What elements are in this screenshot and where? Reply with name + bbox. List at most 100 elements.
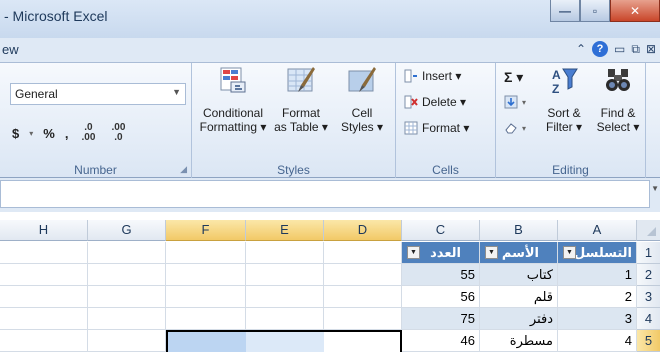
sort-filter-label-2: Filter ▾ [545,120,583,134]
window-restore-icon[interactable]: ⧉ [631,42,640,57]
clear-button[interactable]: ▾ [504,121,526,135]
row-header-4[interactable]: 4 [637,308,660,330]
dialog-launcher-icon[interactable]: ◢ [180,164,187,175]
insert-button[interactable]: Insert ▾ [404,69,461,83]
table-cell[interactable]: 46 [402,330,480,352]
chevron-down-icon: ▾ [522,97,527,107]
row-header-2[interactable]: 2 [637,264,660,286]
sort-filter-button[interactable]: A Z Sort & Filter ▾ [538,65,590,134]
cell[interactable] [0,330,88,352]
column-header-d[interactable]: D [324,220,402,241]
table-cell[interactable]: 1 [558,264,637,286]
cell[interactable] [166,286,246,308]
close-button[interactable]: ✕ [610,0,660,22]
cell[interactable] [88,330,166,352]
table-cell[interactable]: قلم [480,286,558,308]
cell[interactable] [166,264,246,286]
chevron-down-icon: ▼ [172,87,181,97]
cell[interactable] [324,286,402,308]
formula-strip: ▼ [0,178,660,212]
cell[interactable] [88,264,166,286]
find-select-button[interactable]: Find & Select ▾ [592,65,644,134]
table-cell[interactable]: 56 [402,286,480,308]
cell-styles-button[interactable]: Cell Styles ▾ [334,65,390,134]
window-close-icon[interactable]: ⊠ [646,42,656,56]
cell[interactable] [324,242,402,264]
cell[interactable] [246,286,324,308]
format-as-table-label-2: as Table ▾ [274,120,328,134]
cell[interactable] [0,308,88,330]
tab-view[interactable]: ew [2,42,19,57]
delete-label: Delete ▾ [422,95,467,109]
autosum-button[interactable]: Σ ▾ [504,69,523,86]
table-cell[interactable]: 55 [402,264,480,286]
number-tools: $ ▾ % , .0 .00 .00 .0 [12,123,128,143]
cell[interactable] [246,242,324,264]
column-header-g[interactable]: G [88,220,166,241]
cell[interactable] [166,242,246,264]
cell[interactable] [88,242,166,264]
window-title: - Microsoft Excel [4,8,108,24]
increase-decimal-button[interactable]: .0 .00 [78,123,98,143]
filter-dropdown-icon[interactable]: ▼ [407,246,420,259]
number-group: General ▼ $ ▾ % , .0 .00 .00 .0 Number ◢ [0,63,192,179]
svg-text:A: A [552,68,561,82]
row-header-3[interactable]: 3 [637,286,660,308]
cell[interactable] [0,242,88,264]
cell[interactable] [166,308,246,330]
conditional-formatting-button[interactable]: Conditional Formatting ▾ [198,65,268,134]
comma-button[interactable]: , [65,126,69,141]
title-bar: - Microsoft Excel — ▫ ✕ [0,0,660,38]
format-label: Format ▾ [422,121,470,135]
cell[interactable] [246,264,324,286]
help-icon[interactable]: ? [592,41,609,57]
delete-button[interactable]: Delete ▾ [404,95,466,109]
cell-styles-icon [348,67,376,92]
table-cell[interactable]: 75 [402,308,480,330]
expand-formula-icon[interactable]: ▼ [651,184,659,193]
cell[interactable] [0,286,88,308]
table-cell[interactable]: 4 [558,330,637,352]
chevron-down-icon[interactable]: ▾ [29,129,33,138]
minimize-button[interactable]: — [550,0,580,22]
decrease-decimal-button[interactable]: .00 .0 [108,123,128,143]
chevron-down-icon: ▾ [522,123,527,133]
percent-button[interactable]: % [43,126,55,141]
filter-dropdown-icon[interactable]: ▼ [563,246,576,259]
format-as-table-button[interactable]: Format as Table ▾ [268,65,334,134]
cell-styles-label-1: Cell [351,106,373,120]
cell[interactable] [88,286,166,308]
filter-dropdown-icon[interactable]: ▼ [485,246,498,259]
cell[interactable] [324,308,402,330]
column-header-h[interactable]: H [0,220,88,241]
minimize-ribbon-icon[interactable]: ⌃ [576,42,586,56]
currency-button[interactable]: $ [12,126,19,141]
cell-styles-label-2: Styles ▾ [340,120,384,134]
selection-border [166,330,402,352]
table-cell[interactable]: 2 [558,286,637,308]
window-minimize-icon[interactable]: ▭ [614,42,625,56]
column-header-b[interactable]: B [480,220,558,241]
table-cell[interactable]: دفتر [480,308,558,330]
number-format-dropdown[interactable]: General ▼ [10,83,186,105]
find-select-label-2: Select ▾ [596,120,640,134]
format-button[interactable]: Format ▾ [404,121,469,135]
column-header-f[interactable]: F [166,220,246,241]
cell[interactable] [324,264,402,286]
restore-button[interactable]: ▫ [580,0,610,22]
cell[interactable] [246,308,324,330]
column-header-e[interactable]: E [246,220,324,241]
fill-button[interactable]: ▾ [504,95,526,109]
table-cell[interactable]: مسطرة [480,330,558,352]
select-all-corner[interactable] [637,220,660,241]
table-cell[interactable]: 3 [558,308,637,330]
cell[interactable] [0,264,88,286]
editing-group-label: Editing [552,163,589,177]
column-header-a[interactable]: A [558,220,637,241]
row-header-1[interactable]: 1 [637,242,660,264]
row-header-5[interactable]: 5 [637,330,660,352]
table-cell[interactable]: كتاب [480,264,558,286]
formula-bar[interactable] [0,180,650,208]
cell[interactable] [88,308,166,330]
column-header-c[interactable]: C [402,220,480,241]
